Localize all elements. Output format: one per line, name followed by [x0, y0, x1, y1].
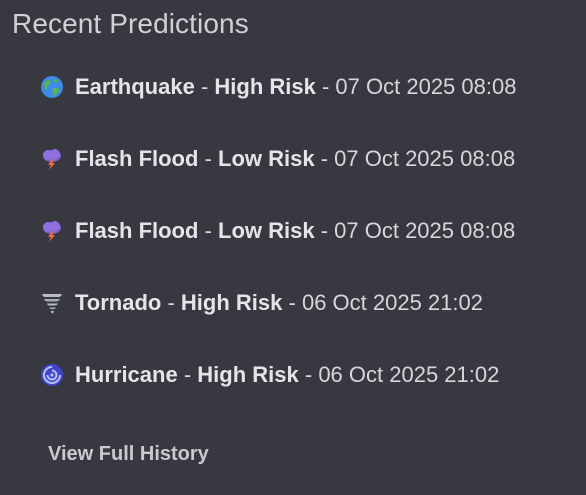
prediction-type: Tornado [75, 290, 162, 315]
prediction-type: Hurricane [75, 362, 178, 387]
prediction-item: Flash Flood - Low Risk - 07 Oct 2025 08:… [40, 212, 516, 250]
tornado-icon [40, 291, 64, 315]
prediction-item: Earthquake - High Risk - 07 Oct 2025 08:… [40, 68, 516, 106]
prediction-date: 07 Oct 2025 08:08 [335, 74, 517, 99]
separator: - [314, 218, 335, 243]
separator: - [315, 74, 336, 99]
storm-cloud-icon [40, 219, 64, 243]
storm-cloud-icon [40, 147, 64, 171]
risk-level: High Risk [197, 362, 299, 387]
prediction-type: Flash Flood [75, 146, 199, 171]
prediction-item: Tornado - High Risk - 06 Oct 2025 21:02 [40, 284, 516, 322]
separator: - [161, 290, 181, 315]
separator: - [282, 290, 302, 315]
separator: - [198, 146, 219, 171]
prediction-type: Flash Flood [75, 218, 199, 243]
risk-level: Low Risk [218, 146, 315, 171]
risk-level: High Risk [214, 74, 316, 99]
separator: - [314, 146, 335, 171]
prediction-item: Hurricane - High Risk - 06 Oct 2025 21:0… [40, 356, 516, 394]
separator: - [298, 362, 319, 387]
panel-title: Recent Predictions [12, 8, 249, 39]
separator: - [194, 74, 215, 99]
prediction-type: Earthquake [75, 74, 195, 99]
prediction-date: 06 Oct 2025 21:02 [301, 290, 483, 315]
recent-predictions-panel: Recent Predictions Earthquake - High Ris… [0, 0, 586, 495]
prediction-date: 07 Oct 2025 08:08 [334, 146, 516, 171]
prediction-date: 07 Oct 2025 08:08 [334, 218, 516, 243]
risk-level: Low Risk [218, 218, 315, 243]
prediction-date: 06 Oct 2025 21:02 [318, 362, 500, 387]
prediction-item: Flash Flood - Low Risk - 07 Oct 2025 08:… [40, 140, 516, 178]
separator: - [198, 218, 219, 243]
separator: - [177, 362, 198, 387]
globe-icon [40, 75, 64, 99]
risk-level: High Risk [180, 290, 283, 315]
view-full-history-link[interactable]: View Full History [48, 443, 209, 466]
predictions-list: Earthquake - High Risk - 07 Oct 2025 08:… [40, 68, 516, 428]
cyclone-icon [40, 363, 64, 387]
